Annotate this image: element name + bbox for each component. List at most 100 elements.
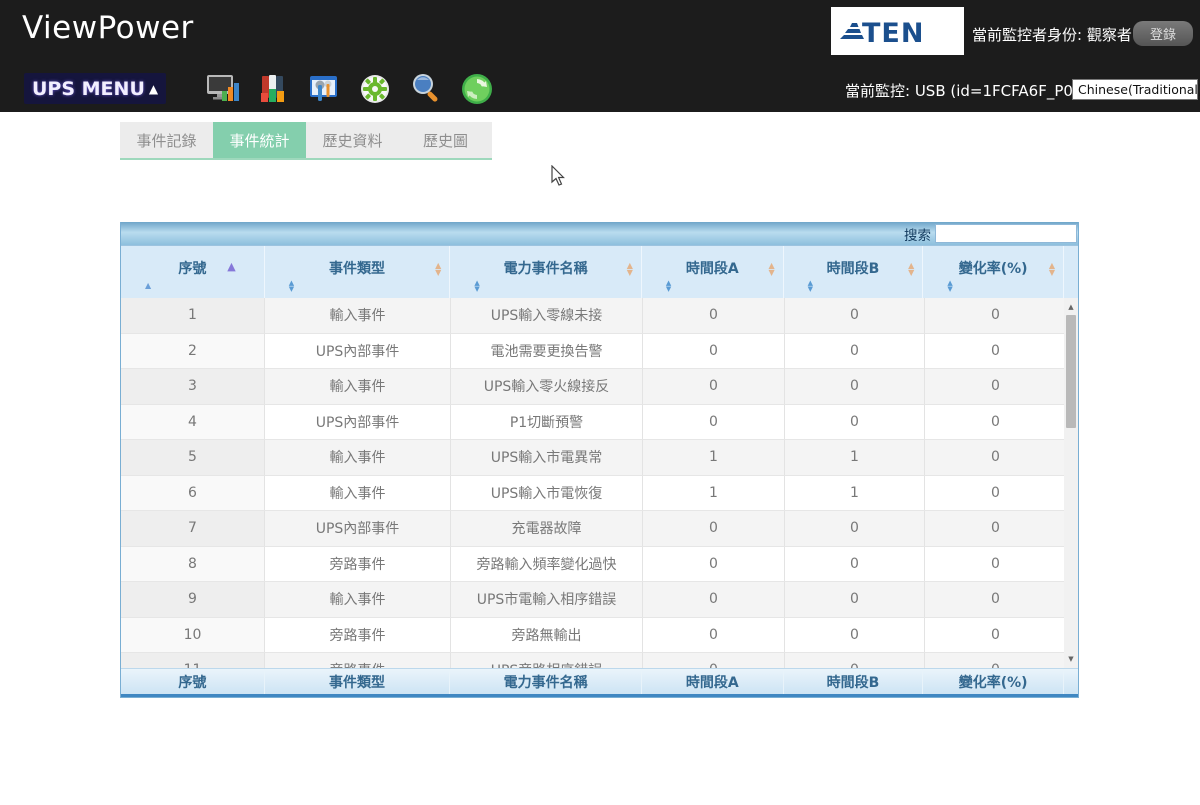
- sort-arrows-icon: ▲ ▼: [1048, 261, 1056, 277]
- table-cell-event-name: 旁路無輸出: [451, 617, 643, 653]
- tab-history-data[interactable]: 歷史資料: [306, 122, 399, 158]
- table-cell-period-b: 0: [785, 511, 925, 547]
- table-row[interactable]: 11 旁路事件 UPS旁路相序錯誤 0 0 0: [121, 653, 1066, 668]
- column-header-event-name[interactable]: 電力事件名稱 ▲ ▼ ▲ ▼: [450, 246, 642, 298]
- table-cell-change-rate: 0: [925, 547, 1066, 582]
- table-cell-index: 6: [121, 475, 265, 511]
- table-cell-index: 7: [121, 511, 265, 547]
- magnifier-icon[interactable]: [407, 70, 444, 107]
- login-button[interactable]: 登錄: [1133, 21, 1193, 46]
- table-cell-index: 8: [121, 546, 265, 582]
- table-body: 1 輸入事件 UPS輸入零線未接 0 0 0 2 UPS內部事件 電池需要更換告…: [121, 298, 1078, 668]
- table-cell-event-type: 輸入事件: [265, 582, 451, 618]
- table-cell-event-type: 輸入事件: [265, 440, 451, 476]
- column-header-index[interactable]: 序號 ▲ ▲: [121, 246, 265, 298]
- table-cell-period-a: 1: [643, 440, 785, 476]
- table-cell-event-type: 旁路事件: [265, 617, 451, 653]
- table-cell-period-a: 0: [643, 617, 785, 653]
- table-cell-event-type: UPS內部事件: [265, 404, 451, 440]
- table-cell-period-b: 0: [785, 333, 925, 369]
- sort-indicator-icon: ▲: [145, 281, 152, 290]
- gear-icon[interactable]: [356, 70, 393, 107]
- table-cell-index: 2: [121, 333, 265, 369]
- table-row[interactable]: 1 輸入事件 UPS輸入零線未接 0 0 0: [121, 298, 1066, 334]
- table-cell-period-b: 0: [785, 546, 925, 582]
- table-row[interactable]: 5 輸入事件 UPS輸入市電異常 1 1 0: [121, 440, 1066, 476]
- table-row[interactable]: 6 輸入事件 UPS輸入市電恢復 1 1 0: [121, 475, 1066, 511]
- tools-window-icon[interactable]: [305, 70, 342, 107]
- tab-bar: 事件記錄 事件統計 歷史資料 歷史圖: [120, 122, 492, 160]
- table-cell-period-b: 0: [785, 653, 925, 668]
- table-cell-index: 3: [121, 369, 265, 405]
- table-cell-period-a: 0: [643, 404, 785, 440]
- column-header-change-rate[interactable]: 變化率(%) ▲ ▼ ▲ ▼: [923, 246, 1065, 298]
- table-cell-period-a: 1: [643, 475, 785, 511]
- scroll-down-icon[interactable]: ▼: [1064, 652, 1078, 666]
- tab-history-chart[interactable]: 歷史圖: [399, 122, 492, 158]
- viewpower-page: ViewPower UPS MENU ▲ TEN 當前監控者身份: 觀察者 登錄…: [0, 0, 1200, 805]
- current-monitor-label: 當前監控: USB (id=1FCFA6F_P01): [845, 82, 1089, 100]
- sort-arrows-icon: ▲ ▼: [626, 261, 633, 277]
- table-cell-index: 5: [121, 440, 265, 476]
- column-header-period-b[interactable]: 時間段B ▲ ▼ ▲ ▼: [784, 246, 924, 298]
- table-row[interactable]: 9 輸入事件 UPS市電輸入相序錯誤 0 0 0: [121, 582, 1066, 618]
- vertical-scrollbar[interactable]: ▲ ▼: [1064, 298, 1078, 668]
- table-cell-index: 10: [121, 617, 265, 653]
- sort-arrows-icon: ▲ ▼: [435, 261, 442, 277]
- search-input[interactable]: [935, 224, 1077, 243]
- table-cell-event-name: UPS輸入零線未接: [451, 298, 643, 334]
- statistics-table: 搜索 序號 ▲ ▲ 事件類型 ▲ ▼ ▲ ▼ 電力事件名稱 ▲ ▼ ▲ ▼ 時間段A ▲…: [120, 222, 1079, 698]
- language-select-value: Chinese(Traditional): [1078, 82, 1200, 97]
- table-body-rows: 1 輸入事件 UPS輸入零線未接 0 0 0 2 UPS內部事件 電池需要更換告…: [121, 298, 1066, 668]
- monitor-chart-icon[interactable]: [203, 70, 240, 107]
- footer-event-type: 事件類型: [265, 669, 451, 694]
- table-row[interactable]: 2 UPS內部事件 電池需要更換告警 0 0 0: [121, 333, 1066, 369]
- table-cell-change-rate: 0: [925, 440, 1066, 476]
- footer-event-name: 電力事件名稱: [450, 669, 642, 694]
- table-cell-index: 9: [121, 582, 265, 618]
- table-cell-event-name: UPS輸入零火線接反: [451, 369, 643, 405]
- table-cell-change-rate: 0: [925, 369, 1066, 405]
- table-cell-event-name: UPS輸入市電異常: [451, 440, 643, 476]
- tab-event-statistics[interactable]: 事件統計: [213, 122, 306, 158]
- table-cell-period-a: 0: [643, 369, 785, 405]
- table-cell-event-type: 旁路事件: [265, 653, 451, 668]
- column-header-event-type[interactable]: 事件類型 ▲ ▼ ▲ ▼: [265, 246, 451, 298]
- column-header-period-a[interactable]: 時間段A ▲ ▼ ▲ ▼: [642, 246, 784, 298]
- table-cell-period-a: 0: [643, 546, 785, 582]
- table-cell-change-rate: 0: [925, 653, 1066, 668]
- table-cell-period-b: 0: [785, 582, 925, 618]
- scrollbar-thumb[interactable]: [1066, 315, 1076, 428]
- sort-arrows-icon: ▲ ▼: [768, 261, 775, 277]
- language-select[interactable]: Chinese(Traditional) ▼: [1072, 79, 1200, 100]
- table-footer-row: 序號 事件類型 電力事件名稱 時間段A 時間段B 變化率(%): [121, 668, 1078, 697]
- table-cell-event-name: 電池需要更換告警: [451, 333, 643, 369]
- table-row[interactable]: 3 輸入事件 UPS輸入零火線接反 0 0 0: [121, 369, 1066, 405]
- tab-event-log[interactable]: 事件記錄: [120, 122, 213, 158]
- ups-menu-button[interactable]: UPS MENU ▲: [24, 73, 167, 104]
- search-label: 搜索: [904, 227, 931, 244]
- table-cell-event-type: 旁路事件: [265, 546, 451, 582]
- scroll-up-icon[interactable]: ▲: [1064, 300, 1078, 314]
- table-row[interactable]: 7 UPS內部事件 充電器故障 0 0 0: [121, 511, 1066, 547]
- table-cell-period-b: 1: [785, 475, 925, 511]
- table-cell-change-rate: 0: [925, 298, 1066, 334]
- table-row[interactable]: 4 UPS內部事件 P1切斷預警 0 0 0: [121, 404, 1066, 440]
- table-row[interactable]: 8 旁路事件 旁路輸入頻率變化過快 0 0 0: [121, 546, 1066, 582]
- sort-arrows-icon: ▲ ▼: [947, 279, 953, 293]
- table-cell-period-b: 0: [785, 298, 925, 334]
- table-cell-index: 11: [121, 653, 265, 668]
- app-title: ViewPower: [22, 10, 194, 46]
- report-books-icon[interactable]: [254, 70, 291, 107]
- table-row[interactable]: 10 旁路事件 旁路無輸出 0 0 0: [121, 617, 1066, 653]
- sort-asc-active-icon: ▲: [227, 260, 236, 273]
- refresh-icon[interactable]: [458, 70, 495, 107]
- table-cell-event-type: 輸入事件: [265, 475, 451, 511]
- table-cell-period-a: 0: [643, 653, 785, 668]
- table-cell-event-name: UPS市電輸入相序錯誤: [451, 582, 643, 618]
- sort-arrows-icon: ▲ ▼: [474, 279, 480, 293]
- sort-arrows-icon: ▲ ▼: [665, 279, 672, 293]
- table-cell-event-name: 充電器故障: [451, 511, 643, 547]
- top-header: ViewPower UPS MENU ▲ TEN 當前監控者身份: 觀察者 登錄…: [0, 0, 1200, 112]
- table-cell-change-rate: 0: [925, 405, 1066, 440]
